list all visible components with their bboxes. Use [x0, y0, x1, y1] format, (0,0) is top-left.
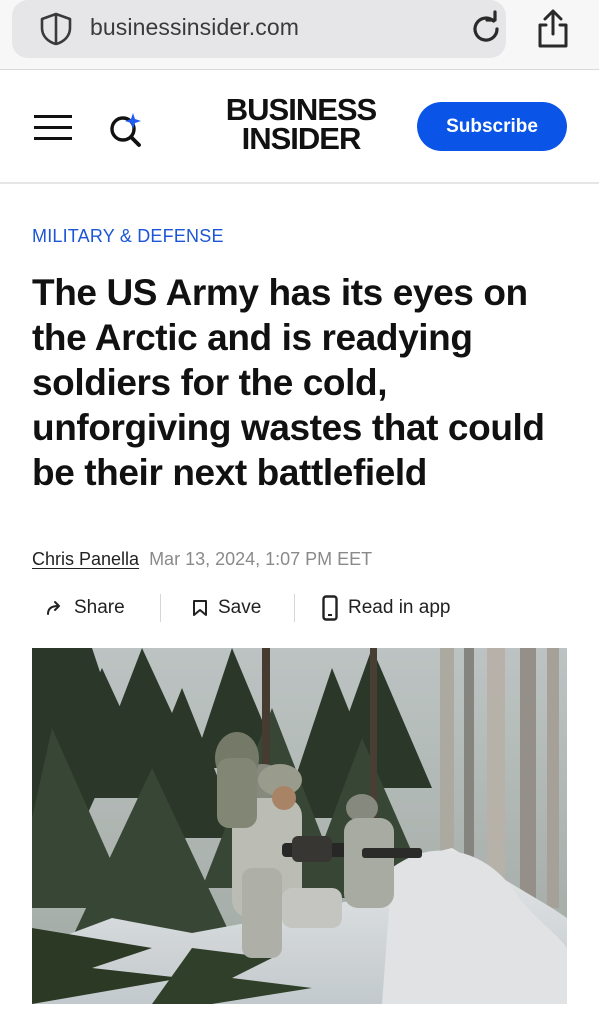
logo-line-2: INSIDER: [241, 121, 362, 156]
site-header: BUSINESS INSIDER Subscribe: [0, 71, 599, 184]
share-button[interactable]: Share: [46, 590, 125, 626]
share-label: Share: [74, 597, 125, 618]
reload-icon[interactable]: [467, 10, 505, 48]
bookmark-icon: [193, 600, 207, 616]
read-in-app-button[interactable]: Read in app: [322, 590, 450, 626]
search-ai-icon[interactable]: [106, 109, 146, 149]
author-link[interactable]: Chris Panella: [32, 549, 139, 570]
url-text[interactable]: businessinsider.com: [90, 14, 299, 41]
logo-line-1: BUSINESS: [225, 92, 377, 127]
action-divider: [294, 594, 295, 622]
save-label: Save: [218, 597, 262, 618]
business-insider-logo[interactable]: BUSINESS INSIDER: [216, 92, 386, 156]
forest-soldiers-photo: [32, 648, 567, 1004]
save-button[interactable]: Save: [192, 590, 261, 626]
article-actions: Share Save Read in app: [32, 590, 552, 626]
shield-icon[interactable]: [38, 12, 74, 46]
share-arrow-icon: [47, 601, 60, 615]
address-bar[interactable]: businessinsider.com: [12, 0, 506, 58]
subscribe-button[interactable]: Subscribe: [417, 102, 567, 151]
byline: Chris Panella Mar 13, 2024, 1:07 PM EET: [32, 549, 372, 570]
browser-toolbar: businessinsider.com: [0, 0, 599, 70]
publish-date: Mar 13, 2024, 1:07 PM EET: [149, 549, 373, 569]
read-in-app-label: Read in app: [348, 597, 451, 618]
article-hero-image[interactable]: [32, 648, 567, 1004]
phone-icon: [322, 595, 338, 621]
article-category[interactable]: MILITARY & DEFENSE: [32, 226, 224, 247]
menu-icon[interactable]: [34, 114, 72, 142]
article-headline: The US Army has its eyes on the Arctic a…: [32, 272, 545, 493]
share-icon[interactable]: [533, 8, 573, 50]
action-divider: [160, 594, 161, 622]
